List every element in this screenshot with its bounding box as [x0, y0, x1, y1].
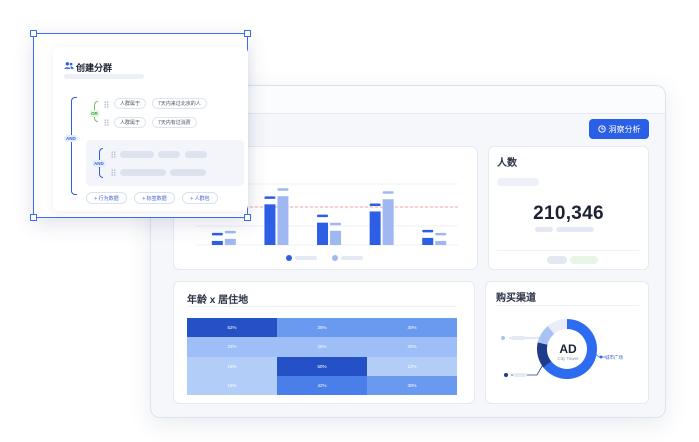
condition-value-tag[interactable]: 7天内来过北京的人 [152, 98, 207, 109]
legend-label-placeholder [295, 256, 317, 260]
placeholder-tag [120, 151, 154, 158]
heatmap-cell: 50% [277, 356, 367, 376]
bar-cap-b [277, 188, 289, 191]
heatmap-cell: 42% [277, 375, 367, 395]
bar-cap-b [382, 191, 394, 194]
bar-cap-a [369, 203, 381, 206]
donut-label-right: 城市广场 [605, 355, 623, 360]
heatmap-cell: 22% [187, 337, 277, 357]
legend-dot-a [286, 255, 292, 261]
placeholder-bar [556, 227, 594, 232]
heatmap-cell: 30% [367, 318, 457, 338]
resize-handle-top-right[interactable] [244, 30, 251, 37]
bar-series-b [382, 199, 394, 245]
bar-cap-b [435, 232, 447, 236]
drag-handle-icon[interactable] [104, 119, 109, 126]
bar-cap-a [422, 229, 434, 233]
placeholder-tag [185, 151, 207, 158]
leader-dot [501, 336, 505, 340]
add-tag-data-button[interactable]: + 标签数据 [134, 192, 175, 204]
donut-center-sub: City Tower [557, 356, 579, 361]
bar-series-a [264, 204, 276, 245]
add-behavior-data-button[interactable]: + 行为数据 [86, 192, 127, 204]
condition-tag[interactable]: 人群属于 [114, 117, 147, 128]
heatmap-cell: 12% [367, 356, 457, 376]
donut-center-main: AD [559, 342, 577, 356]
insight-analysis-label: 洞察分析 [608, 124, 641, 134]
placeholder-tag [120, 169, 166, 176]
bar-series-b [277, 196, 289, 245]
bar-series-a [211, 240, 223, 245]
legend-dot-b [332, 255, 338, 261]
leader-dot [504, 373, 508, 377]
toggle-placeholder[interactable] [547, 256, 567, 264]
divider [187, 306, 457, 307]
people-count-value: 210,346 [533, 203, 604, 224]
heatmap-card-title: 年龄 x 居住地 [187, 295, 249, 306]
heatmap-cell: 52% [187, 318, 277, 338]
bar-series-a [422, 237, 434, 245]
drag-handle-icon[interactable] [104, 101, 109, 108]
nested-and-badge[interactable]: AND [92, 160, 106, 167]
donut-center: AD City Tower [545, 343, 591, 362]
donut-segment-light [537, 326, 555, 346]
resize-handle-bottom-left[interactable] [30, 214, 37, 221]
bar-series-b [224, 238, 236, 245]
drag-handle-icon[interactable] [111, 151, 116, 158]
bar-cap-b [224, 230, 236, 234]
screen: 洞察分析 人数 210,346 年龄 x 居住地 52% 35% 30% 22% 25%… [0, 0, 699, 442]
people-card-title: 人数 [497, 158, 517, 169]
legend-label-placeholder [341, 256, 363, 260]
insight-analysis-button[interactable]: 洞察分析 [589, 119, 649, 139]
bar-cap-a [264, 196, 276, 199]
heatmap-cell: 15% [187, 356, 277, 376]
bar-cap-a [317, 214, 329, 218]
drag-handle-icon[interactable] [111, 169, 116, 176]
builder-title: 创建分群 [76, 63, 113, 73]
heatmap-cell: 30% [367, 375, 457, 395]
heatmap-cell: 35% [277, 318, 367, 338]
heatmap-grid: 52% 35% 30% 22% 25% 30% 15% 50% 12% 15% 42% 30% [187, 318, 457, 395]
condition-tag[interactable]: 人群属于 [114, 98, 147, 109]
bar-series-b [435, 240, 447, 245]
leader-dot [599, 355, 603, 359]
leader-label-placeholder [513, 373, 527, 377]
placeholder-tag [158, 151, 180, 158]
or-badge[interactable]: OR [89, 110, 100, 117]
users-icon [64, 62, 74, 69]
placeholder-bar [497, 178, 539, 186]
bar-series-b [330, 230, 342, 245]
heatmap-cell: 25% [277, 337, 367, 357]
clock-icon [597, 125, 606, 133]
leader-label-placeholder [511, 336, 525, 340]
resize-handle-bottom-right[interactable] [244, 214, 251, 221]
condition-value-tag[interactable]: 7天内有过消费 [152, 117, 197, 128]
leader-line [511, 360, 546, 376]
heatmap-cell: 30% [367, 337, 457, 357]
heatmap-cell: 15% [187, 375, 277, 395]
and-badge[interactable]: AND [64, 135, 78, 142]
nested-group [86, 140, 244, 186]
bar-series-a [317, 222, 329, 245]
and-bracket [71, 97, 77, 195]
divider [497, 250, 639, 251]
placeholder-bar [64, 74, 144, 79]
bar-series-a [369, 211, 381, 245]
add-crowd-pack-button[interactable]: + 人群包 [182, 192, 218, 204]
toggle-placeholder[interactable] [570, 256, 598, 264]
placeholder-bar [535, 227, 553, 232]
bar-cap-a [211, 232, 223, 236]
bar-cap-b [330, 222, 342, 226]
placeholder-tag [170, 169, 206, 176]
resize-handle-top-left[interactable] [30, 30, 37, 37]
